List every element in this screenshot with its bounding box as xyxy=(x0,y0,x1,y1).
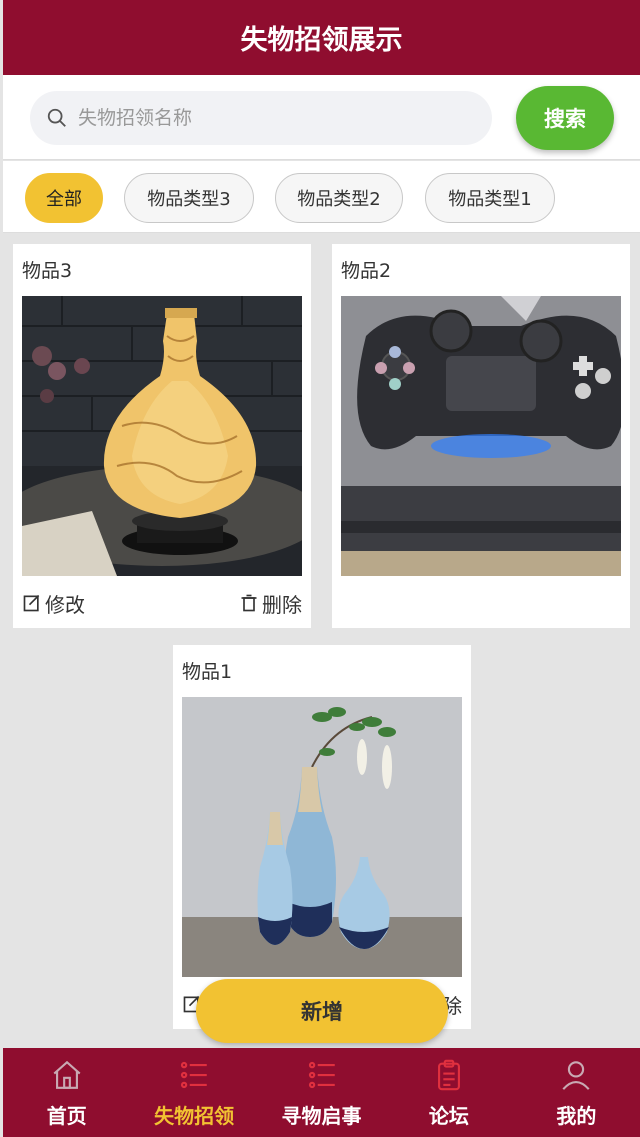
search-bar: 搜索 xyxy=(3,75,640,160)
search-input[interactable] xyxy=(78,107,458,129)
delete-label: 删除 xyxy=(262,592,302,617)
item-card[interactable]: 物品3 修改 删除 xyxy=(13,244,311,628)
edit-button[interactable]: 修改 xyxy=(22,589,85,618)
tab-label: 论坛 xyxy=(428,1104,469,1128)
edit-label: 修改 xyxy=(45,592,85,617)
user-icon xyxy=(562,1061,590,1090)
filter-chip-label: 物品类型1 xyxy=(448,189,532,210)
item-photo-vases[interactable] xyxy=(182,697,462,977)
bottom-tab-bar: 首页 失物招领 寻物启事 论坛 我的 xyxy=(3,1048,640,1137)
category-filter-bar: 全部 物品类型3 物品类型2 物品类型1 xyxy=(3,161,640,233)
page-title: 失物招领展示 xyxy=(240,25,403,56)
list-icon xyxy=(308,1061,335,1089)
add-button[interactable]: 新增 xyxy=(196,979,448,1043)
tab-lost-notice[interactable]: 寻物启事 xyxy=(258,1048,385,1137)
tab-label: 失物招领 xyxy=(154,1104,235,1128)
clipboard-icon xyxy=(437,1059,460,1091)
filter-chip-label: 物品类型2 xyxy=(297,189,381,210)
page-header: 失物招领展示 xyxy=(3,0,640,75)
tab-label: 首页 xyxy=(46,1104,87,1128)
tab-home[interactable]: 首页 xyxy=(3,1048,130,1137)
list-icon xyxy=(181,1061,207,1089)
filter-chip-type3[interactable]: 物品类型3 xyxy=(124,173,254,223)
tab-label: 我的 xyxy=(556,1104,597,1128)
item-title: 物品1 xyxy=(182,661,233,683)
search-icon xyxy=(47,108,66,127)
tab-lost-found[interactable]: 失物招领 xyxy=(130,1048,257,1137)
filter-chip-label: 物品类型3 xyxy=(147,189,231,210)
search-button[interactable]: 搜索 xyxy=(516,86,614,150)
search-button-label: 搜索 xyxy=(544,107,586,131)
item-photo-controller[interactable] xyxy=(341,296,621,576)
filter-chip-all[interactable]: 全部 xyxy=(25,173,103,223)
filter-chip-label: 全部 xyxy=(46,189,82,210)
edit-icon xyxy=(23,594,40,612)
item-card[interactable]: 物品1 修改 xyxy=(173,645,471,1029)
home-icon xyxy=(53,1060,81,1089)
item-title: 物品2 xyxy=(341,260,392,282)
item-photo-vase-lamp[interactable] xyxy=(22,296,302,576)
tab-forum[interactable]: 论坛 xyxy=(385,1048,512,1137)
tab-mine[interactable]: 我的 xyxy=(513,1048,640,1137)
search-box[interactable] xyxy=(30,91,492,145)
filter-chip-type2[interactable]: 物品类型2 xyxy=(275,173,403,223)
filter-chip-type1[interactable]: 物品类型1 xyxy=(425,173,555,223)
delete-button[interactable]: 删除 xyxy=(239,589,302,618)
add-button-label: 新增 xyxy=(301,1000,343,1024)
item-card[interactable]: 物品2 xyxy=(332,244,630,628)
trash-icon xyxy=(241,594,257,612)
item-actions: 修改 删除 xyxy=(22,588,302,618)
tab-label: 寻物启事 xyxy=(281,1104,362,1128)
item-title: 物品3 xyxy=(22,260,73,282)
